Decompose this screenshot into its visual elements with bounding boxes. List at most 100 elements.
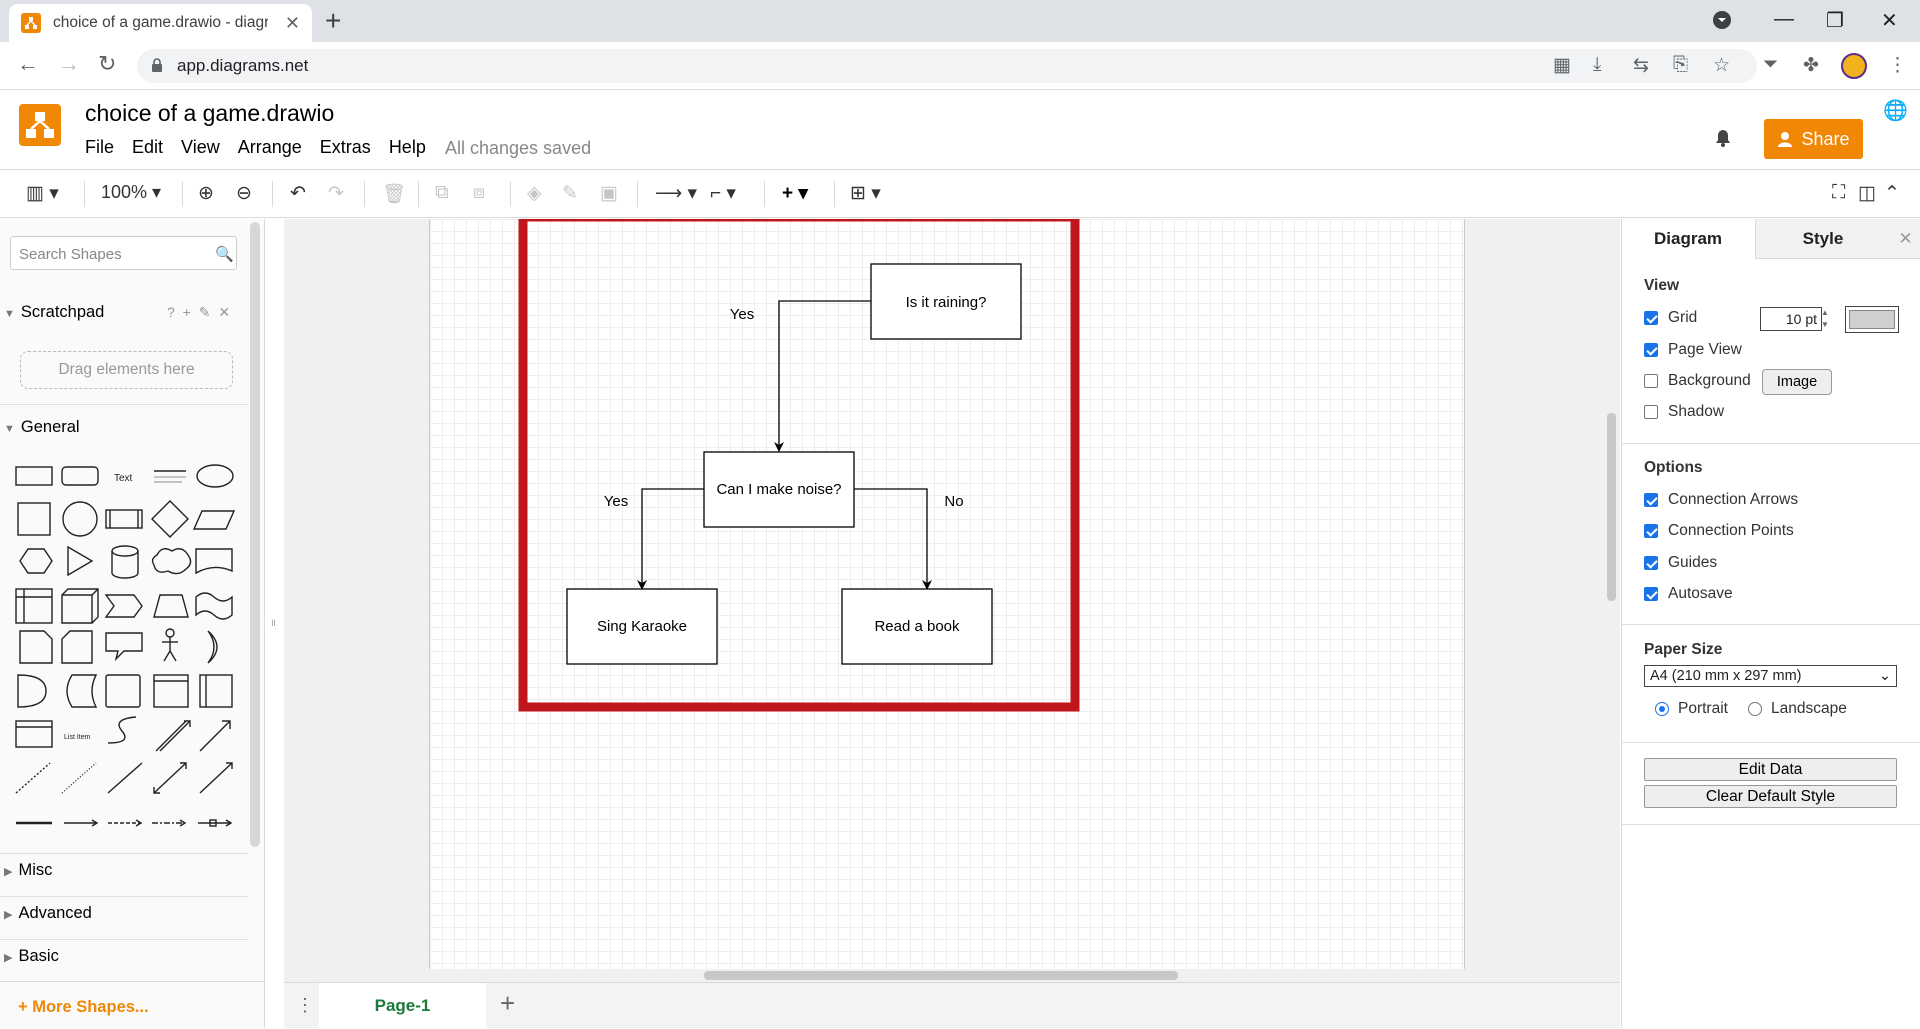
radio-selected[interactable]	[1655, 702, 1669, 716]
misc-header[interactable]: ▶ Misc	[0, 861, 250, 880]
restore-icon[interactable]: ❐	[1826, 8, 1844, 33]
forward-icon[interactable]: →	[58, 50, 80, 78]
close-panel-icon[interactable]: ✕	[1890, 219, 1920, 259]
new-tab-icon[interactable]: +	[325, 6, 341, 36]
edge-label[interactable]: No	[944, 493, 963, 510]
grid-size-input[interactable]: 10 pt	[1760, 307, 1822, 331]
translate-icon[interactable]: ⇆	[1633, 54, 1649, 77]
waypoints-icon[interactable]: ⌐ ▾	[710, 182, 736, 205]
connection-style-icon[interactable]: ⟶ ▾	[655, 182, 697, 205]
checkbox-checked[interactable]	[1644, 343, 1658, 357]
grid-size-stepper-icon[interactable]: ▲ ▼	[1821, 307, 1829, 331]
canvas-vertical-scrollbar[interactable]	[1607, 413, 1616, 601]
node-read-a-book[interactable]: Read a book	[841, 588, 993, 665]
minimize-icon[interactable]: —	[1774, 8, 1794, 31]
insert-icon[interactable]: + ▾	[782, 182, 808, 205]
shadow-checkbox[interactable]: Shadow	[1644, 403, 1724, 421]
line-color-icon[interactable]: ✎	[562, 182, 578, 205]
connection-points-checkbox[interactable]: Connection Points	[1644, 522, 1794, 540]
notification-bell-icon[interactable]	[1712, 126, 1734, 148]
install-icon[interactable]: ⤓	[1593, 54, 1601, 76]
checkbox-checked[interactable]	[1644, 493, 1658, 507]
shadow-icon[interactable]: ▣	[600, 182, 618, 205]
checkbox-checked[interactable]	[1644, 556, 1658, 570]
search-icon[interactable]: 🔍	[215, 245, 234, 263]
menu-file[interactable]: File	[85, 137, 114, 158]
scratchpad-tools[interactable]: ? + ✎ ✕	[167, 304, 232, 321]
zoom-select[interactable]: 100% ▾	[101, 182, 161, 203]
redo-icon[interactable]: ↷	[328, 182, 344, 205]
menu-extras[interactable]: Extras	[320, 137, 371, 158]
node-sing-karaoke[interactable]: Sing Karaoke	[566, 588, 718, 665]
share-button[interactable]: Share	[1764, 119, 1863, 159]
shapes-scrollbar[interactable]	[250, 222, 260, 847]
checkbox-checked[interactable]	[1644, 524, 1658, 538]
menu-view[interactable]: View	[181, 137, 220, 158]
grid-color-swatch[interactable]	[1845, 306, 1899, 333]
more-shapes-button[interactable]: + More Shapes...	[0, 981, 265, 1028]
scratchpad-drop-zone[interactable]: Drag elements here	[20, 351, 233, 389]
profile-avatar[interactable]	[1841, 53, 1867, 79]
landscape-radio[interactable]: Landscape	[1748, 700, 1847, 718]
node-is-it-raining[interactable]: Is it raining?	[870, 263, 1022, 340]
extension-funnel-icon[interactable]: ⏷	[1763, 54, 1778, 76]
general-shapes-grid[interactable]: Text List Item	[12, 459, 242, 839]
node-can-i-make-noise[interactable]: Can I make noise?	[703, 451, 855, 528]
menu-edit[interactable]: Edit	[132, 137, 163, 158]
tab-style[interactable]: Style	[1755, 219, 1890, 259]
clear-default-style-button[interactable]: Clear Default Style	[1644, 785, 1897, 808]
pages-menu-icon[interactable]: ⋮	[296, 995, 314, 1016]
menu-arrange[interactable]: Arrange	[238, 137, 302, 158]
format-panel-toggle-icon[interactable]: ▥ ▾	[26, 182, 59, 205]
checkbox-checked[interactable]	[1644, 587, 1658, 601]
diagram-drawing[interactable]: Is it raining? Can I make noise? Sing Ka…	[284, 219, 1620, 982]
table-icon[interactable]: ⊞ ▾	[850, 182, 881, 205]
profile-dropdown-icon[interactable]	[1712, 10, 1732, 36]
to-front-icon[interactable]: ⧉	[435, 182, 449, 204]
canvas-horizontal-scrollbar[interactable]	[704, 971, 1178, 980]
document-title[interactable]: choice of a game.drawio	[85, 100, 334, 127]
fill-color-icon[interactable]: ◈	[527, 182, 542, 205]
paper-size-select[interactable]: A4 (210 mm x 297 mm) ⌄	[1644, 665, 1897, 687]
close-tab-icon[interactable]: ✕	[285, 13, 300, 34]
extensions-puzzle-icon[interactable]: ✤	[1803, 54, 1819, 77]
background-image-button[interactable]: Image	[1762, 369, 1832, 395]
bookmark-star-icon[interactable]: ☆	[1713, 54, 1730, 77]
edge-q1-q2[interactable]	[774, 300, 871, 452]
general-header[interactable]: ▼ General	[0, 418, 250, 437]
guides-checkbox[interactable]: Guides	[1644, 554, 1717, 572]
tab-diagram[interactable]: Diagram	[1622, 219, 1754, 259]
zoom-out-icon[interactable]: ⊖	[236, 182, 252, 205]
search-shapes-input[interactable]: Search Shapes	[10, 236, 237, 270]
reload-icon[interactable]: ↻	[98, 50, 116, 78]
menu-help[interactable]: Help	[389, 137, 426, 158]
basic-header[interactable]: ▶ Basic	[0, 947, 250, 966]
browser-tab[interactable]: choice of a game.drawio - diagra ✕	[9, 4, 312, 42]
apps-icon[interactable]: ▦	[1553, 54, 1571, 77]
connection-arrows-checkbox[interactable]: Connection Arrows	[1644, 491, 1798, 509]
page-tab-1[interactable]: Page-1	[319, 983, 486, 1029]
page-view-checkbox[interactable]: Page View	[1644, 341, 1742, 359]
diagram-canvas[interactable]: Is it raining? Can I make noise? Sing Ka…	[284, 219, 1620, 982]
undo-icon[interactable]: ↶	[290, 182, 306, 205]
fullscreen-icon[interactable]: ⛶	[1832, 182, 1845, 204]
collapse-toolbar-icon[interactable]: ⌃	[1884, 182, 1900, 205]
window-close-icon[interactable]: ✕	[1881, 8, 1898, 33]
checkbox-unchecked[interactable]	[1644, 374, 1658, 388]
chrome-menu-icon[interactable]: ⋮	[1888, 54, 1907, 77]
radio-unselected[interactable]	[1748, 702, 1762, 716]
checkbox-unchecked[interactable]	[1644, 405, 1658, 419]
autosave-checkbox[interactable]: Autosave	[1644, 585, 1733, 603]
zoom-in-icon[interactable]: ⊕	[198, 182, 214, 205]
add-page-icon[interactable]: +	[500, 988, 515, 1019]
edge-q2-a1[interactable]	[637, 488, 704, 590]
edge-q2-a2[interactable]	[854, 488, 932, 590]
back-icon[interactable]: ←	[17, 50, 39, 78]
background-checkbox[interactable]: Background	[1644, 372, 1751, 390]
url-bar[interactable]: app.diagrams.net	[137, 49, 1757, 83]
to-back-icon[interactable]: ⧈	[473, 182, 485, 204]
save-page-icon[interactable]: ⎘	[1673, 54, 1688, 76]
checkbox-checked[interactable]	[1644, 311, 1658, 325]
delete-icon[interactable]: 🗑	[382, 182, 406, 206]
edit-data-button[interactable]: Edit Data	[1644, 758, 1897, 781]
